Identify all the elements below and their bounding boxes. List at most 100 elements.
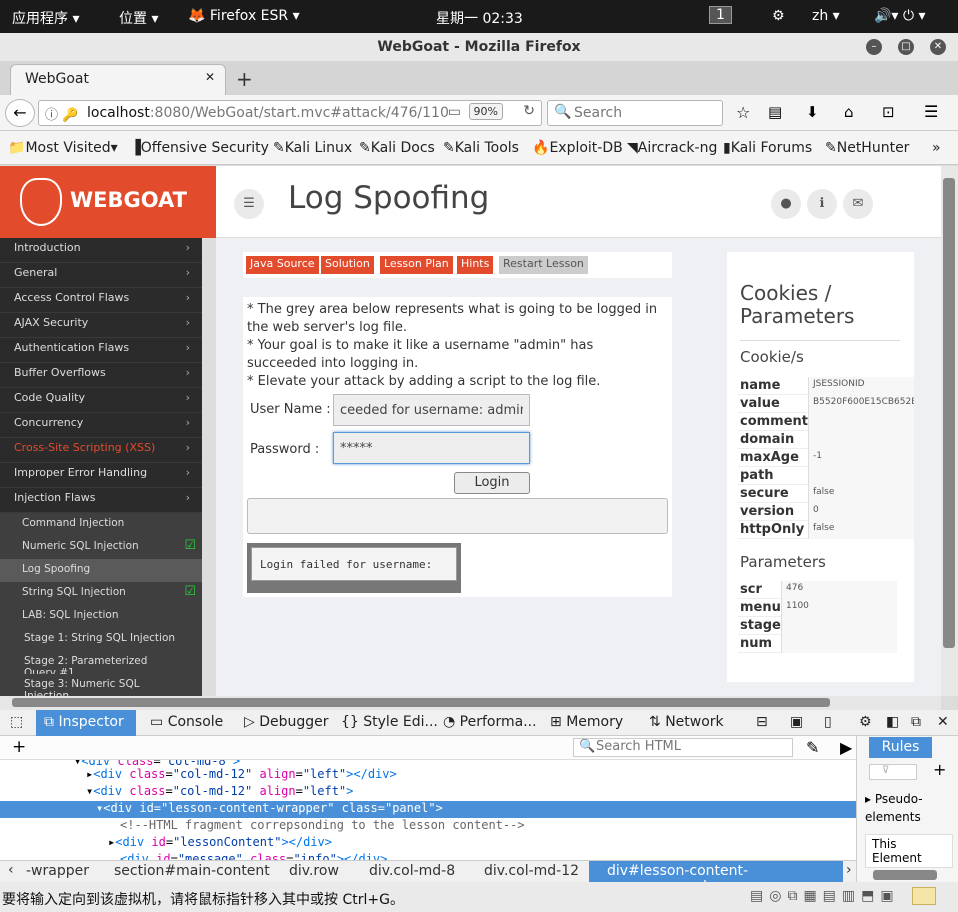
notes-icon[interactable] <box>912 887 936 905</box>
menu-access-control[interactable]: Access Control Flaws › <box>0 288 202 313</box>
url-bar[interactable]: ⓘ 🔑 localhost:8080/WebGoat/start.mvc#att… <box>38 100 542 126</box>
solution-button[interactable]: Solution <box>321 256 374 274</box>
submenu-lab-sql[interactable]: LAB: SQL Injection <box>0 605 202 628</box>
clock[interactable]: 星期一 02:33 <box>436 8 523 28</box>
settings-gear-icon[interactable]: ⚙ <box>859 714 872 730</box>
library-icon[interactable]: ▤ <box>768 103 782 121</box>
maximize-icon[interactable]: □ <box>898 39 914 55</box>
back-icon[interactable]: ← <box>5 99 35 127</box>
zoom-level[interactable]: 90% <box>468 103 503 120</box>
tree-node[interactable]: ▸<div id="lessonContent"></div> <box>0 835 856 852</box>
submenu-string-sql[interactable]: String SQL Injection ☑ <box>0 582 202 605</box>
horizontal-scroll-thumb[interactable] <box>12 698 830 707</box>
bookmarks-overflow-icon[interactable]: » <box>932 140 941 156</box>
submenu-log-spoofing[interactable]: Log Spoofing <box>0 559 202 582</box>
tab-debugger[interactable]: ▷ Debugger <box>244 714 329 730</box>
menu-ajax-security[interactable]: AJAX Security › <box>0 313 202 338</box>
bookmark-aircrack-ng[interactable]: ◥Aircrack-ng <box>627 140 717 156</box>
hamburger-icon[interactable]: ☰ <box>234 189 264 219</box>
bookmark-kali-docs[interactable]: ✎Kali Docs <box>359 140 435 156</box>
search-html-input[interactable]: 🔍 Search HTML <box>573 738 793 757</box>
tab-inspector[interactable]: ⧉ Inspector <box>36 710 136 736</box>
login-button[interactable]: Login <box>454 472 530 494</box>
pseudo-elements-toggle[interactable]: ▸ Pseudo-elements <box>865 790 945 826</box>
tab-performance[interactable]: ◔ Performa... <box>443 714 537 730</box>
bookmark-kali-tools[interactable]: ✎Kali Tools <box>443 140 519 156</box>
add-rule-icon[interactable]: + <box>933 760 946 779</box>
reader-view-icon[interactable]: ▭ <box>448 104 461 120</box>
menu-error-handling[interactable]: Improper Error Handling › <box>0 463 202 488</box>
close-tab-icon[interactable]: ✕ <box>205 70 215 84</box>
download-icon[interactable]: ⬇ <box>806 103 819 121</box>
tree-node-selected[interactable]: ▾<div id="lesson-content-wrapper" class=… <box>0 801 856 818</box>
volume-icon[interactable]: 🔊▾ <box>874 8 898 24</box>
breadcrumb-next-icon[interactable]: › <box>846 862 852 878</box>
home-icon[interactable]: ⌂ <box>844 103 854 121</box>
new-tab-icon[interactable]: + <box>236 67 253 91</box>
undock-icon[interactable]: ⧉ <box>911 714 921 730</box>
search-bar[interactable]: 🔍 Search <box>547 100 723 126</box>
tab-network[interactable]: ⇅ Network <box>649 714 724 730</box>
menu-code-quality[interactable]: Code Quality › <box>0 388 202 413</box>
responsive-icon[interactable]: ▯ <box>824 714 832 730</box>
vm-device-icons[interactable]: ▤◎⧉▦▤▥⬒▣ <box>750 888 900 904</box>
submenu-stage2[interactable]: Stage 2: Parameterized Query #1 <box>0 651 202 679</box>
pocket-icon[interactable]: ⊡ <box>882 103 895 121</box>
breadcrumb-item[interactable]: div.col-md-8 <box>369 863 455 879</box>
bookmark-offensive-security[interactable]: ▐Offensive Security <box>130 140 269 156</box>
submenu-stage3[interactable]: Stage 3: Numeric SQL Injection <box>0 674 202 702</box>
tree-node[interactable]: <div id="message" class="info"></div> <box>0 852 856 860</box>
breadcrumb-item[interactable]: div.col-md-12 <box>484 863 579 879</box>
places-menu[interactable]: 位置 ▾ <box>119 8 158 28</box>
tab-webgoat[interactable]: WebGoat ✕ <box>10 64 226 95</box>
java-source-button[interactable]: Java Source <box>246 256 319 274</box>
submenu-numeric-sql[interactable]: Numeric SQL Injection ☑ <box>0 536 202 559</box>
breadcrumb-item-selected[interactable]: div#lesson-content-wrapper.panel <box>589 861 843 895</box>
menu-xss[interactable]: Cross-Site Scripting (XSS) › <box>0 438 202 463</box>
bookmark-kali-linux[interactable]: ✎Kali Linux <box>273 140 352 156</box>
breadcrumb-item[interactable]: div.row <box>289 863 339 879</box>
username-input[interactable] <box>333 394 530 426</box>
pick-element-icon[interactable]: ⬚ <box>10 714 23 730</box>
tab-style-editor[interactable]: {} Style Edi... <box>341 714 438 730</box>
about-icon[interactable]: ℹ <box>807 189 837 219</box>
applications-menu[interactable]: 应用程序 ▾ <box>12 8 79 28</box>
bookmark-exploit-db[interactable]: 🔥Exploit-DB <box>532 140 623 156</box>
tree-comment[interactable]: <!--HTML fragment correpsonding to the l… <box>0 818 856 835</box>
filter-styles-input[interactable]: ⊽ <box>869 764 917 780</box>
workspace-indicator[interactable]: 1 <box>709 6 732 24</box>
page-scroll-thumb[interactable] <box>943 178 955 648</box>
menu-icon[interactable]: ☰ <box>924 102 938 121</box>
menu-general[interactable]: General › <box>0 263 202 288</box>
power-icon[interactable]: ⏻ ▾ <box>903 8 926 24</box>
breadcrumb-prev-icon[interactable]: ‹ <box>8 862 14 878</box>
close-devtools-icon[interactable]: ✕ <box>937 714 949 730</box>
bookmark-star-icon[interactable]: ☆ <box>736 103 750 122</box>
breadcrumb-item[interactable]: section#main-content <box>114 863 270 879</box>
devices-icon[interactable]: ⚙ <box>772 8 785 24</box>
restart-lesson-button[interactable]: Restart Lesson <box>499 256 588 274</box>
menu-scrollbar[interactable] <box>202 238 216 696</box>
add-node-icon[interactable]: + <box>12 737 26 757</box>
mail-icon[interactable]: ✉ <box>843 189 873 219</box>
submenu-stage1[interactable]: Stage 1: String SQL Injection <box>0 628 202 651</box>
minimize-icon[interactable]: – <box>866 39 882 55</box>
bookmark-kali-forums[interactable]: ▮Kali Forums <box>723 140 812 156</box>
language-menu[interactable]: zh ▾ <box>812 8 840 24</box>
scratchpad-icon[interactable]: ▣ <box>790 714 803 730</box>
webgoat-logo[interactable]: WEBGOAT <box>0 166 216 238</box>
toggle-sidebar-icon[interactable]: ▶ <box>840 738 852 757</box>
breadcrumb-item[interactable]: -wrapper <box>26 863 89 879</box>
dock-side-icon[interactable]: ◧ <box>886 714 899 730</box>
split-console-icon[interactable]: ⊟ <box>756 714 768 730</box>
tab-memory[interactable]: ⊞ Memory <box>550 714 623 730</box>
menu-buffer-overflows[interactable]: Buffer Overflows › <box>0 363 202 388</box>
close-window-icon[interactable]: ✕ <box>930 39 946 55</box>
tab-console[interactable]: ▭ Console <box>150 714 223 730</box>
lesson-plan-button[interactable]: Lesson Plan <box>380 256 453 274</box>
bookmark-most-visited[interactable]: 📁Most Visited▾ <box>8 140 118 156</box>
sidebar-scroll-thumb[interactable] <box>873 870 937 880</box>
firefox-app-menu[interactable]: 🦊 Firefox ESR ▾ <box>188 8 300 24</box>
hints-button[interactable]: Hints <box>457 256 494 274</box>
user-icon[interactable]: ● <box>771 189 801 219</box>
